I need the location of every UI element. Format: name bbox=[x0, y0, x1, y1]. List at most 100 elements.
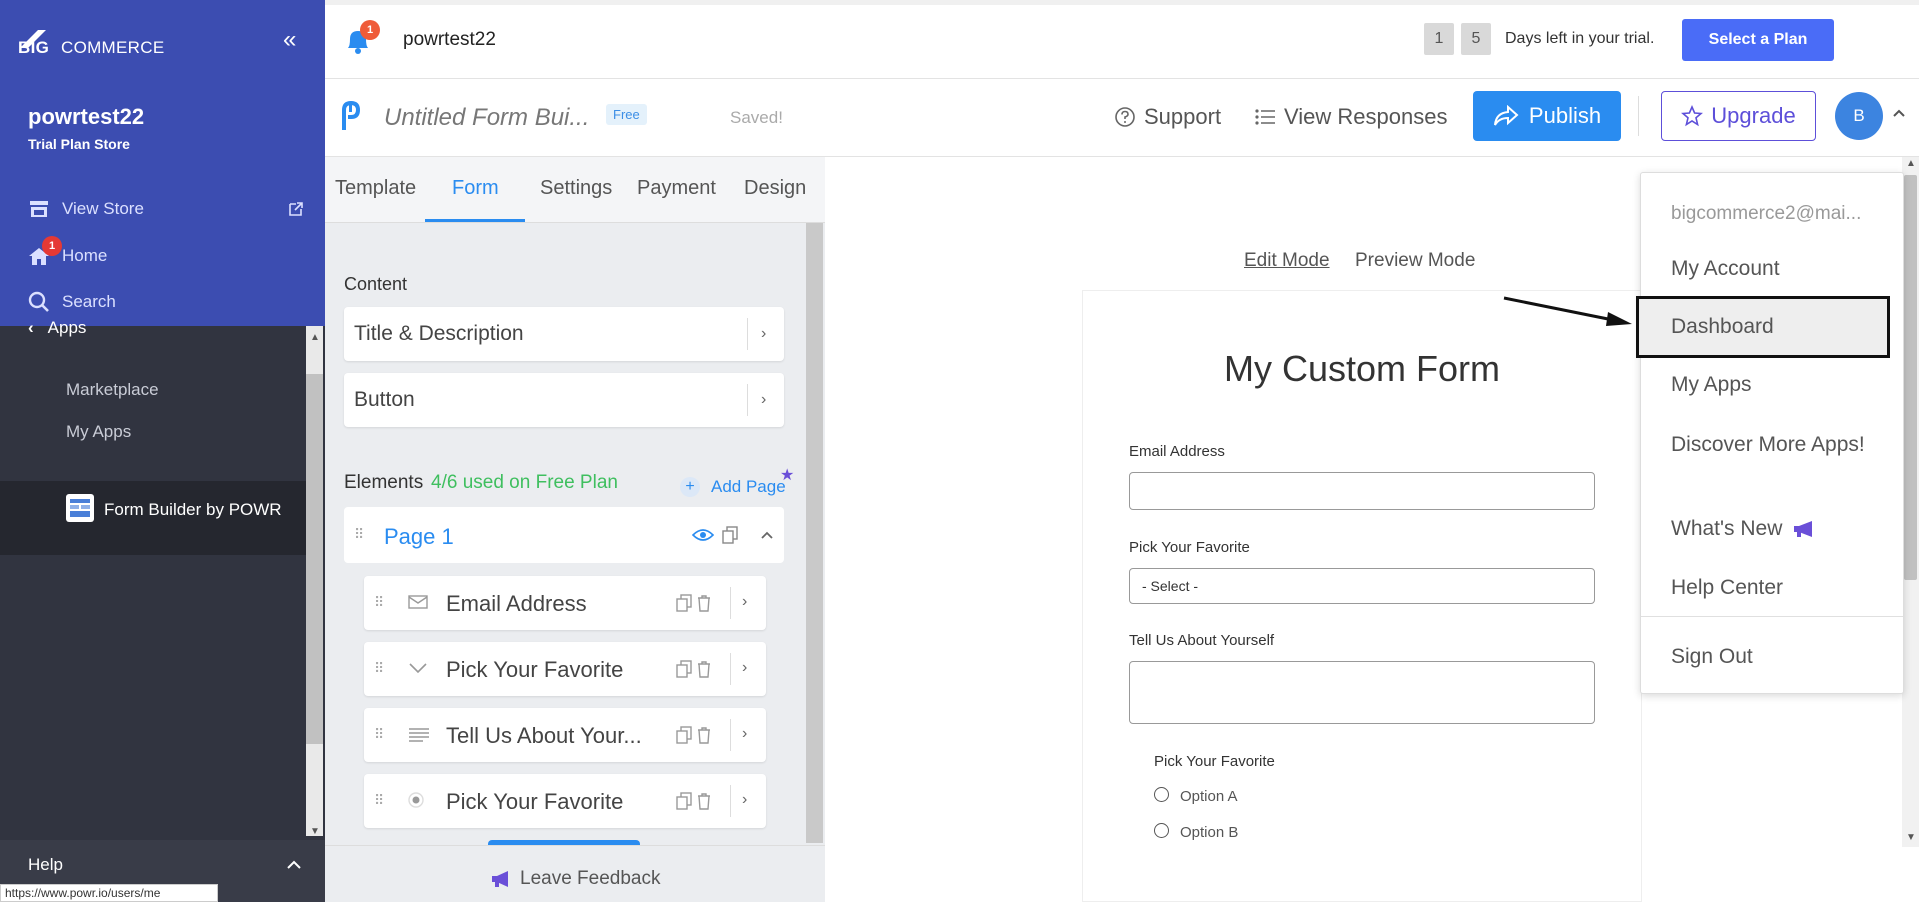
element-label: Tell Us About Your... bbox=[446, 723, 642, 748]
scroll-up-icon[interactable]: ▲ bbox=[1906, 158, 1916, 169]
tell-us-textarea[interactable] bbox=[1129, 661, 1595, 724]
copy-icon[interactable] bbox=[676, 594, 692, 612]
drag-handle-icon[interactable]: ⠿ bbox=[374, 792, 384, 809]
tab-form[interactable]: Form bbox=[452, 177, 499, 200]
saved-status: Saved! bbox=[730, 108, 783, 127]
collapse-sidebar-icon[interactable]: « bbox=[283, 28, 305, 52]
home-notification-badge: 1 bbox=[42, 236, 62, 256]
favorite-select-label: Pick Your Favorite bbox=[1129, 539, 1250, 556]
copy-icon[interactable] bbox=[722, 526, 738, 544]
page-label: Page 1 bbox=[384, 524, 454, 549]
storefront-icon bbox=[30, 201, 48, 217]
menu-item-my-apps[interactable]: My Apps bbox=[1671, 373, 1752, 397]
sidebar-item-apps[interactable]: ‹ Apps bbox=[28, 318, 86, 338]
scroll-up-icon[interactable]: ▲ bbox=[310, 332, 320, 343]
chevron-right-icon[interactable]: › bbox=[742, 659, 747, 677]
radio-option-b[interactable] bbox=[1154, 823, 1169, 838]
support-label: Support bbox=[1144, 104, 1222, 129]
paragraph-icon bbox=[409, 728, 429, 742]
copy-icon[interactable] bbox=[676, 792, 692, 810]
menu-item-whats-new[interactable]: What's New bbox=[1671, 517, 1816, 541]
form-title[interactable]: Untitled Form Bui... bbox=[384, 104, 589, 132]
radio-option-a[interactable] bbox=[1154, 787, 1169, 802]
chevron-right-icon[interactable]: › bbox=[742, 593, 747, 611]
editor-scrollbar[interactable] bbox=[806, 223, 823, 843]
drag-handle-icon[interactable]: ⠿ bbox=[374, 726, 384, 743]
content-card-label: Button bbox=[354, 388, 415, 411]
plus-icon[interactable]: + bbox=[680, 477, 700, 497]
scroll-down-icon[interactable]: ▼ bbox=[1906, 832, 1916, 843]
trash-icon[interactable] bbox=[696, 792, 712, 810]
user-email: bigcommerce2@mai... bbox=[1671, 203, 1862, 224]
menu-item-my-account[interactable]: My Account bbox=[1671, 257, 1780, 281]
sidebar-item-label: View Store bbox=[62, 199, 144, 218]
trash-icon[interactable] bbox=[696, 660, 712, 678]
store-name: powrtest22 bbox=[28, 104, 145, 129]
drag-handle-icon[interactable]: ⠿ bbox=[374, 660, 384, 677]
copy-icon[interactable] bbox=[676, 660, 692, 678]
element-actions bbox=[676, 792, 712, 815]
scroll-down-icon[interactable]: ▼ bbox=[310, 826, 320, 837]
copy-icon[interactable] bbox=[676, 726, 692, 744]
view-responses-button[interactable]: View Responses bbox=[1254, 104, 1447, 130]
tab-design[interactable]: Design bbox=[744, 177, 806, 200]
logo-text-commerce: COMMERCE bbox=[61, 38, 165, 57]
logo-text-big: BIG bbox=[18, 38, 50, 57]
drag-handle-icon[interactable]: ⠿ bbox=[354, 526, 364, 543]
tab-settings[interactable]: Settings bbox=[540, 177, 612, 200]
eye-icon[interactable] bbox=[692, 528, 714, 542]
preview-scrollbar-thumb[interactable] bbox=[1904, 175, 1917, 580]
publish-button[interactable]: Publish bbox=[1473, 91, 1621, 141]
bigcommerce-logo[interactable]: BIG COMMERCE bbox=[18, 26, 178, 66]
trial-text: Days left in your trial. bbox=[1505, 30, 1655, 47]
menu-item-discover-apps[interactable]: Discover More Apps! bbox=[1671, 431, 1871, 459]
leave-feedback-button[interactable]: Leave Feedback bbox=[490, 868, 661, 890]
sidebar-item-view-store[interactable]: View Store bbox=[28, 194, 144, 224]
menu-item-sign-out[interactable]: Sign Out bbox=[1671, 645, 1753, 669]
active-tab-indicator bbox=[425, 219, 525, 222]
content-card-label: Title & Description bbox=[354, 322, 524, 345]
dropdown-chevron-icon bbox=[409, 663, 427, 674]
add-page-button[interactable]: Add Page bbox=[711, 477, 786, 497]
sidebar-item-search[interactable]: Search bbox=[28, 287, 116, 317]
trash-icon[interactable] bbox=[696, 594, 712, 612]
sidebar-item-home[interactable]: Home bbox=[28, 241, 107, 271]
sidebar-scrollbar-thumb[interactable] bbox=[306, 374, 323, 744]
drag-handle-icon[interactable]: ⠿ bbox=[374, 594, 384, 611]
help-label: Help bbox=[28, 855, 63, 874]
chevron-up-icon[interactable] bbox=[1892, 108, 1906, 118]
tell-us-label: Tell Us About Yourself bbox=[1129, 632, 1275, 649]
preview-mode-toggle[interactable]: Preview Mode bbox=[1355, 250, 1475, 272]
list-icon bbox=[1255, 109, 1275, 125]
chevron-right-icon[interactable]: › bbox=[761, 325, 766, 343]
menu-item-dashboard[interactable]: Dashboard bbox=[1671, 315, 1774, 339]
trash-icon[interactable] bbox=[696, 726, 712, 744]
form-builder-label: Form Builder by POWR bbox=[104, 500, 282, 519]
sidebar-item-label: Search bbox=[62, 292, 116, 311]
support-button[interactable]: Support bbox=[1114, 104, 1221, 130]
powr-logo-icon[interactable] bbox=[338, 100, 364, 132]
element-actions bbox=[676, 660, 712, 683]
browser-status-url: https://www.powr.io/users/me bbox=[0, 884, 218, 902]
chevron-up-icon[interactable] bbox=[760, 530, 774, 540]
edit-mode-toggle[interactable]: Edit Mode bbox=[1244, 250, 1330, 272]
tab-template[interactable]: Template bbox=[335, 177, 416, 200]
sidebar-item-marketplace[interactable]: Marketplace bbox=[66, 380, 159, 400]
menu-item-help-center[interactable]: Help Center bbox=[1671, 576, 1783, 600]
tab-payment[interactable]: Payment bbox=[637, 177, 716, 200]
chevron-right-icon[interactable]: › bbox=[742, 791, 747, 809]
chevron-right-icon[interactable]: › bbox=[742, 725, 747, 743]
external-link-icon[interactable] bbox=[288, 201, 304, 217]
favorite-select[interactable]: - Select - bbox=[1129, 568, 1595, 604]
select-plan-button[interactable]: Select a Plan bbox=[1682, 19, 1834, 61]
upgrade-button[interactable]: Upgrade bbox=[1661, 91, 1816, 141]
chevron-right-icon[interactable]: › bbox=[761, 391, 766, 409]
chevron-up-icon[interactable] bbox=[286, 860, 302, 870]
radio-group-label: Pick Your Favorite bbox=[1154, 753, 1275, 770]
help-circle-icon bbox=[1115, 107, 1135, 127]
sidebar-item-my-apps[interactable]: My Apps bbox=[66, 422, 131, 442]
whats-new-label: What's New bbox=[1671, 517, 1783, 540]
email-field[interactable] bbox=[1129, 472, 1595, 510]
user-avatar[interactable]: B bbox=[1835, 92, 1883, 140]
free-plan-badge: Free bbox=[606, 104, 647, 125]
